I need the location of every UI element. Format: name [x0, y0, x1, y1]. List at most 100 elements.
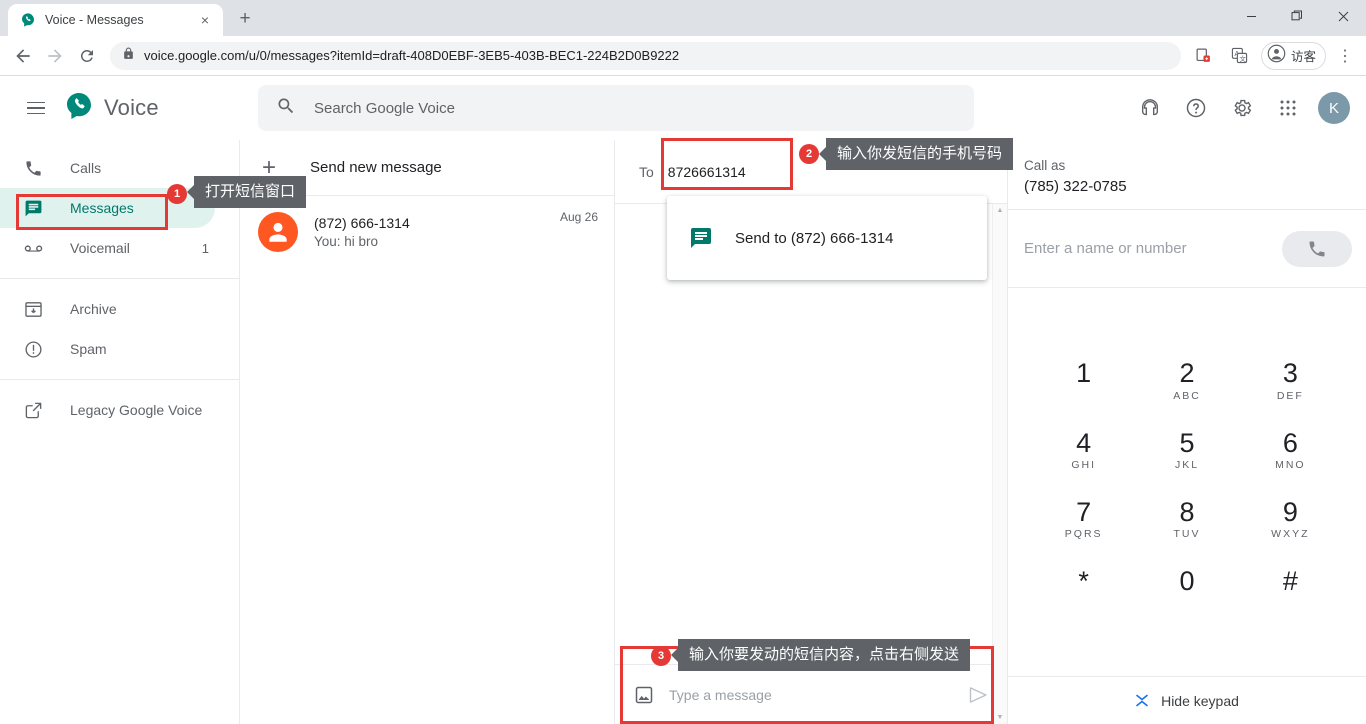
dialpad-digit: 8 [1179, 497, 1195, 527]
sidebar-item-voicemail[interactable]: Voicemail 1 [0, 228, 215, 268]
to-input[interactable]: 8726661314 [668, 164, 746, 180]
sidebar-item-calls[interactable]: Calls [0, 148, 215, 188]
reload-button[interactable] [72, 41, 102, 71]
dialpad-key[interactable]: 4 GHI [1032, 417, 1135, 486]
browser-tab[interactable]: Voice - Messages × [8, 4, 223, 36]
dialpad-key[interactable]: 9 WXYZ [1239, 486, 1342, 555]
dialpad-key[interactable]: 6 MNO [1239, 417, 1342, 486]
message-icon [689, 226, 713, 250]
chevron-collapse-icon [1135, 693, 1149, 708]
dialpad-key[interactable]: 0 [1135, 555, 1238, 624]
close-window-button[interactable] [1320, 0, 1366, 32]
dialpad-letters: JKL [1174, 459, 1200, 471]
translate-icon[interactable]: A 文 [1225, 41, 1255, 71]
recipient-suggestion[interactable]: Send to (872) 666-1314 [667, 196, 987, 280]
tab-title: Voice - Messages [45, 13, 144, 27]
conversation-name: (872) 666-1314 [314, 215, 410, 231]
dialpad-key[interactable]: 8 TUV [1135, 486, 1238, 555]
profile-chip[interactable]: 访客 [1260, 41, 1326, 70]
message-input-bar: Type a message [615, 664, 1007, 724]
sidebar-divider [0, 278, 239, 279]
dialpad-digit: * [1078, 566, 1089, 597]
sidebar-item-spam[interactable]: Spam [0, 329, 215, 369]
scroll-down-icon[interactable]: ▼ [997, 714, 1004, 721]
browser-menu-icon[interactable]: ⋮ [1332, 43, 1358, 69]
dialpad-digit: 0 [1179, 566, 1195, 597]
send-new-message-button[interactable]: + Send new message [240, 140, 614, 196]
apps-grid-icon[interactable] [1272, 92, 1304, 124]
compose-pane: To 8726661314 Send to (872) 666-1314 ▲ ▼ [615, 140, 1008, 724]
scroll-up-icon[interactable]: ▲ [997, 207, 1004, 214]
address-bar[interactable]: voice.google.com/u/0/messages?itemId=dra… [110, 41, 1181, 70]
save-page-icon[interactable] [1189, 41, 1219, 71]
call-as-number: (785) 322-0785 [1024, 178, 1127, 195]
sidebar-item-label: Voicemail [70, 240, 130, 256]
tab-close-icon[interactable]: × [195, 10, 215, 30]
dialpad-digit: 6 [1282, 427, 1298, 458]
thread-scrollbar[interactable]: ▲ ▼ [992, 204, 1007, 724]
message-input[interactable]: Type a message [669, 687, 953, 703]
sidebar-item-label: Messages [70, 200, 134, 216]
search-icon [276, 96, 296, 121]
conversation-row[interactable]: (872) 666-1314 You: hi bro Aug 26 [240, 196, 614, 268]
conversation-date: Aug 26 [559, 210, 598, 224]
forward-button[interactable] [40, 41, 70, 71]
voicemail-icon [22, 238, 44, 259]
conversation-text: (872) 666-1314 You: hi bro [314, 215, 544, 249]
back-button[interactable] [8, 41, 38, 71]
dialpad-key[interactable]: 2 ABC [1135, 347, 1238, 416]
contact-avatar-icon [258, 212, 298, 252]
dialpad-letters [1032, 390, 1135, 403]
dialpad-letters: GHI [1071, 459, 1096, 471]
user-avatar[interactable]: K [1318, 92, 1350, 124]
dialpad-key[interactable]: * [1032, 555, 1135, 624]
sidebar-item-messages[interactable]: Messages [0, 188, 215, 228]
plus-icon: + [262, 153, 277, 181]
hide-keypad-button[interactable]: Hide keypad [1008, 676, 1366, 724]
hide-keypad-label: Hide keypad [1161, 692, 1239, 709]
conversation-list: + Send new message (872) 666-1314 You: h… [240, 140, 615, 724]
image-icon[interactable] [633, 684, 655, 706]
hamburger-icon[interactable] [16, 88, 56, 128]
new-tab-button[interactable]: + [231, 5, 259, 33]
browser-window: Voice - Messages × + voice.google.com/u/… [0, 0, 1366, 724]
dialpad-letters: ABC [1173, 389, 1201, 402]
sidebar-item-legacy-google-voice[interactable]: Legacy Google Voice [0, 390, 215, 430]
sidebar-divider-2 [0, 379, 239, 380]
call-button[interactable] [1282, 230, 1352, 267]
tab-strip: Voice - Messages × + [0, 0, 1366, 36]
dialpad-letters [1239, 598, 1342, 611]
help-icon[interactable] [1180, 92, 1212, 124]
dialpad-letters [1032, 598, 1135, 611]
profile-avatar-icon [1267, 44, 1286, 68]
dialpad-digit: 3 [1282, 358, 1298, 389]
dialpad-key[interactable]: 5 JKL [1135, 417, 1238, 486]
sidebar-item-label: Spam [70, 341, 107, 357]
dialpad-digit: 4 [1076, 427, 1092, 458]
maximize-button[interactable] [1274, 0, 1320, 32]
search-input[interactable]: Search Google Voice [258, 85, 974, 131]
settings-gear-icon[interactable] [1226, 92, 1258, 124]
phone-icon [22, 159, 44, 178]
dialpad-letters: PQRS [1064, 528, 1103, 541]
send-icon[interactable] [967, 685, 989, 705]
voicemail-count: 1 [201, 240, 209, 256]
headset-icon[interactable] [1134, 92, 1166, 124]
sidebar-item-archive[interactable]: Archive [0, 289, 215, 329]
voice-logo-icon [64, 91, 94, 126]
dialpad-digit: 7 [1076, 497, 1092, 527]
dialpad-key[interactable]: 7 PQRS [1032, 486, 1135, 555]
dialpad-digit: 5 [1179, 427, 1195, 458]
dialpad-key[interactable]: 1 [1032, 347, 1135, 416]
message-icon [22, 199, 44, 218]
dial-input[interactable]: Enter a name or number [1024, 240, 1282, 257]
dialpad-key[interactable]: 3 DEF [1239, 347, 1342, 416]
sidebar-item-label: Calls [70, 160, 102, 176]
call-as-block: Call as (785) 322-0785 [1008, 140, 1366, 210]
suggestion-label: Send to (872) 666-1314 [735, 229, 894, 247]
dialpad-key[interactable]: # [1239, 555, 1342, 624]
app-title: Voice [104, 95, 159, 120]
dialpad-letters: DEF [1276, 389, 1304, 402]
browser-toolbar: voice.google.com/u/0/messages?itemId=dra… [0, 36, 1366, 76]
minimize-button[interactable] [1228, 0, 1274, 32]
